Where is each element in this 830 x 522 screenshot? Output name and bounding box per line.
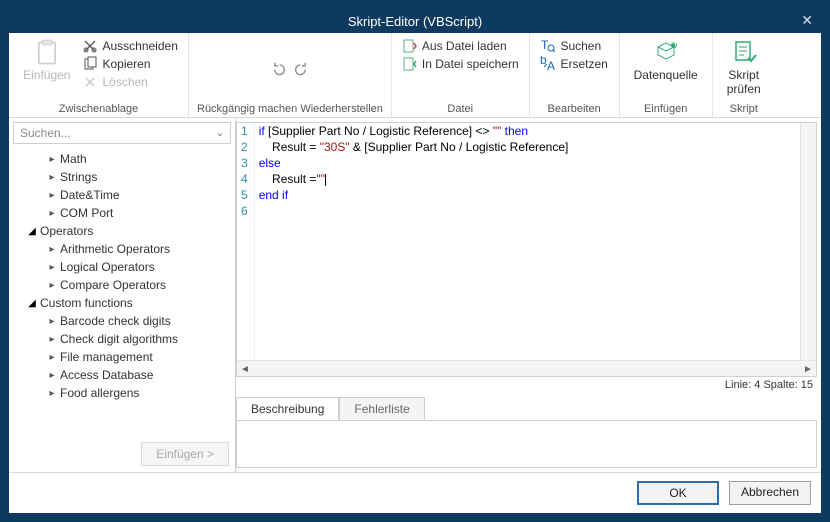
ribbon-group-edit: T Suchen bA Ersetzen Bearbeiten xyxy=(530,33,620,117)
delete-button[interactable]: Löschen xyxy=(80,73,179,91)
search-button[interactable]: T Suchen xyxy=(538,37,609,55)
datasource-icon: + xyxy=(652,39,680,67)
search-text-icon: T xyxy=(540,38,556,54)
search-placeholder: Suchen... xyxy=(20,126,71,140)
script-editor-window: Skript-Editor (VBScript) ✕ Einfügen Auss… xyxy=(8,8,822,514)
window-title: Skript-Editor (VBScript) xyxy=(348,14,482,29)
paste-icon xyxy=(33,39,61,67)
dialog-footer: OK Abbrechen xyxy=(9,472,821,513)
ribbon-caption-edit: Bearbeiten xyxy=(548,101,601,115)
tree-item-strings[interactable]: ▸Strings xyxy=(9,168,235,186)
description-panel xyxy=(236,420,817,468)
ribbon: Einfügen Ausschneiden Kopieren Löschen xyxy=(9,33,821,118)
svg-text:A: A xyxy=(547,59,555,72)
search-input[interactable]: Suchen... ⌄ xyxy=(13,122,231,144)
svg-text:T: T xyxy=(541,38,549,52)
svg-text:+: + xyxy=(672,39,679,50)
ribbon-group-file: Aus Datei laden In Datei speichern Datei xyxy=(392,33,530,117)
scroll-right-icon[interactable]: ► xyxy=(800,361,816,377)
copy-button[interactable]: Kopieren xyxy=(80,55,179,73)
tree-item-checkdigit[interactable]: ▸Check digit algorithms xyxy=(9,330,235,348)
tree-item-datetime[interactable]: ▸Date&Time xyxy=(9,186,235,204)
check-script-icon xyxy=(730,39,758,67)
insert-function-button[interactable]: Einfügen > xyxy=(141,442,229,466)
file-load-icon xyxy=(402,38,418,54)
paste-button[interactable]: Einfügen xyxy=(17,37,76,85)
tree-item-custom[interactable]: ◢Custom functions xyxy=(9,294,235,312)
file-save-icon xyxy=(402,56,418,72)
tree-item-access[interactable]: ▸Access Database xyxy=(9,366,235,384)
line-gutter: 123456 xyxy=(237,123,255,360)
code-editor: 123456 if [Supplier Part No / Logistic R… xyxy=(236,122,817,377)
save-to-file-button[interactable]: In Datei speichern xyxy=(400,55,521,73)
scissors-icon xyxy=(82,38,98,54)
datasource-button[interactable]: + Datenquelle xyxy=(628,37,704,85)
close-icon[interactable]: ✕ xyxy=(801,12,813,29)
cursor-position-status: Linie: 4 Spalte: 15 xyxy=(236,377,821,393)
replace-button[interactable]: bA Ersetzen xyxy=(538,55,609,73)
function-tree[interactable]: ▸Math ▸Strings ▸Date&Time ▸COM Port ◢Ope… xyxy=(9,148,235,436)
tree-item-logical[interactable]: ▸Logical Operators xyxy=(9,258,235,276)
titlebar: Skript-Editor (VBScript) ✕ xyxy=(9,9,821,33)
tab-errorlist[interactable]: Fehlerliste xyxy=(339,397,424,420)
vertical-scrollbar[interactable] xyxy=(800,123,816,360)
bottom-tabs: Beschreibung Fehlerliste xyxy=(236,397,817,420)
tree-item-allergens[interactable]: ▸Food allergens xyxy=(9,384,235,402)
ribbon-caption-clipboard: Zwischenablage xyxy=(59,101,139,115)
redo-icon[interactable] xyxy=(292,59,312,79)
tree-item-compare[interactable]: ▸Compare Operators xyxy=(9,276,235,294)
check-script-button[interactable]: Skriptprüfen xyxy=(721,37,767,99)
horizontal-scrollbar[interactable]: ◄ ► xyxy=(237,360,816,376)
ribbon-group-clipboard: Einfügen Ausschneiden Kopieren Löschen xyxy=(9,33,189,117)
ribbon-caption-file: Datei xyxy=(447,101,473,115)
ribbon-group-script: Skriptprüfen Skript xyxy=(713,33,775,117)
scroll-left-icon[interactable]: ◄ xyxy=(237,361,253,377)
ribbon-caption-script: Skript xyxy=(730,101,758,115)
tree-item-filemgmt[interactable]: ▸File management xyxy=(9,348,235,366)
chevron-down-icon[interactable]: ⌄ xyxy=(216,128,224,139)
tree-item-operators[interactable]: ◢Operators xyxy=(9,222,235,240)
function-tree-pane: Suchen... ⌄ ▸Math ▸Strings ▸Date&Time ▸C… xyxy=(9,118,236,472)
tree-item-arith[interactable]: ▸Arithmetic Operators xyxy=(9,240,235,258)
code-text[interactable]: if [Supplier Part No / Logistic Referenc… xyxy=(255,123,800,360)
cancel-button[interactable]: Abbrechen xyxy=(729,481,811,505)
ok-button[interactable]: OK xyxy=(637,481,719,505)
text-caret xyxy=(325,174,326,186)
tab-description[interactable]: Beschreibung xyxy=(236,397,339,420)
copy-icon xyxy=(82,56,98,72)
ribbon-caption-insert: Einfügen xyxy=(644,101,687,115)
undo-icon[interactable] xyxy=(268,59,288,79)
tree-item-barcode[interactable]: ▸Barcode check digits xyxy=(9,312,235,330)
delete-icon xyxy=(82,74,98,90)
tree-item-comport[interactable]: ▸COM Port xyxy=(9,204,235,222)
ribbon-group-undo: Rückgängig machen Wiederherstellen xyxy=(189,33,392,117)
ribbon-group-insert: + Datenquelle Einfügen xyxy=(620,33,713,117)
ribbon-caption-undo: Rückgängig machen Wiederherstellen xyxy=(197,101,383,115)
cut-button[interactable]: Ausschneiden xyxy=(80,37,179,55)
editor-pane: 123456 if [Supplier Part No / Logistic R… xyxy=(236,118,821,472)
content-area: Suchen... ⌄ ▸Math ▸Strings ▸Date&Time ▸C… xyxy=(9,118,821,472)
load-from-file-button[interactable]: Aus Datei laden xyxy=(400,37,521,55)
tree-item-math[interactable]: ▸Math xyxy=(9,150,235,168)
replace-icon: bA xyxy=(540,56,556,72)
